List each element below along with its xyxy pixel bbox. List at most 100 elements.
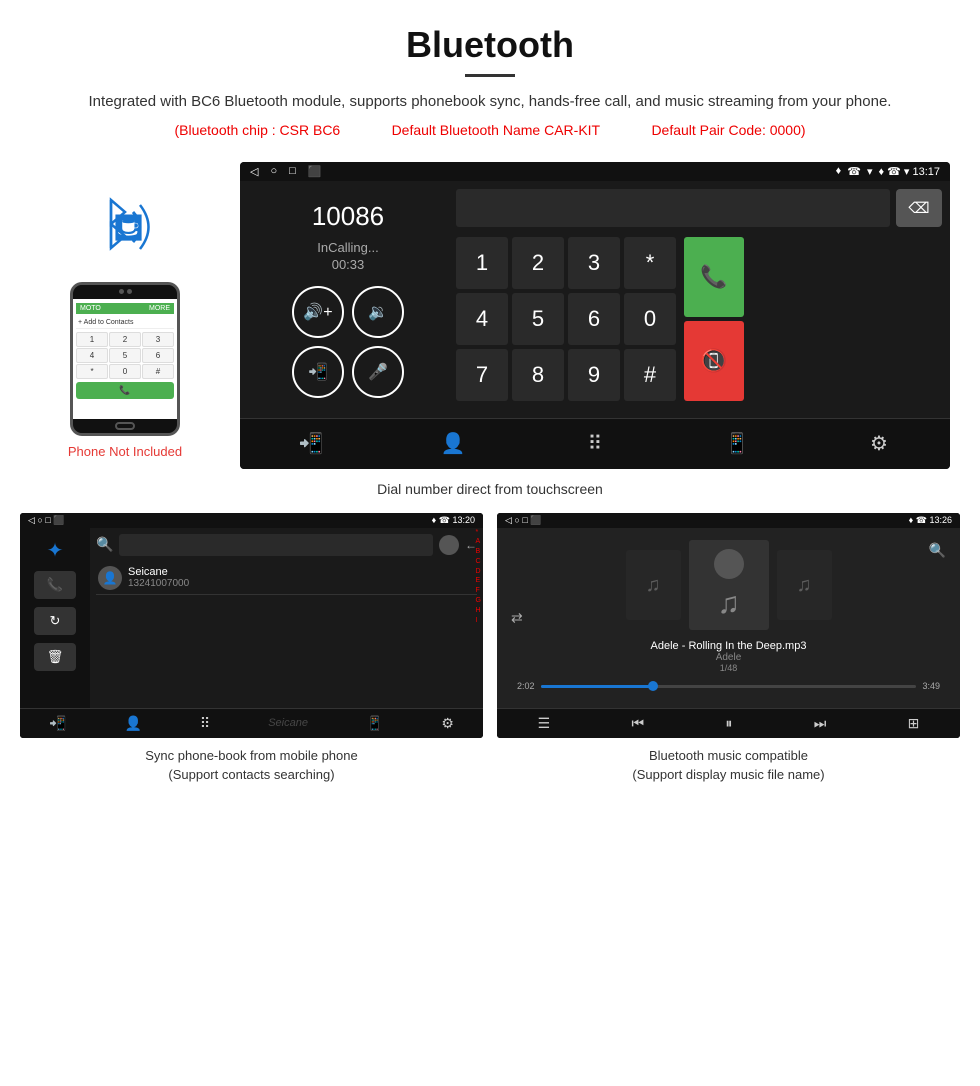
nav-square-icon[interactable]: □	[289, 165, 296, 178]
music-song-title: Adele - Rolling In the Deep.mp3	[651, 640, 807, 652]
phone-key-0[interactable]: 0	[109, 364, 141, 379]
answer-call-button[interactable]: 📞	[684, 237, 744, 317]
alpha-index: * A B C D E F G H I	[476, 528, 481, 626]
alpha-c[interactable]: C	[476, 557, 481, 567]
alpha-i[interactable]: I	[476, 616, 481, 626]
phone-screen: MOTO MORE + Add to Contacts 1 2 3 4 5 6 …	[73, 299, 177, 419]
phone-bottom-bar	[73, 419, 177, 433]
dial-delete-button[interactable]: ⌫	[896, 189, 942, 227]
dial-input-field[interactable]	[456, 189, 890, 227]
music-item: ◁ ○ □ ⬛ ♦ ☎ 13:26 ⇄ 🔍 ♫ ♫ ♫	[497, 513, 960, 785]
key-star[interactable]: *	[624, 237, 676, 289]
phonebook-avatar	[439, 535, 459, 555]
phone-key-star[interactable]: *	[76, 364, 108, 379]
pair-code-spec: Default Pair Code: 0000)	[651, 122, 805, 138]
music-car-screen: ◁ ○ □ ⬛ ♦ ☎ 13:26 ⇄ 🔍 ♫ ♫ ♫	[497, 513, 960, 738]
sidebar-trash-button[interactable]: 🗑	[34, 643, 76, 671]
contact-info: Seicane 13241007000	[128, 566, 189, 589]
key-7[interactable]: 7	[456, 349, 508, 401]
key-5[interactable]: 5	[512, 293, 564, 345]
volume-up-button[interactable]: 🔊+	[292, 286, 344, 338]
sidebar-call-button[interactable]: 📞	[34, 571, 76, 599]
key-4[interactable]: 4	[456, 293, 508, 345]
key-2[interactable]: 2	[512, 237, 564, 289]
music-prev-icon[interactable]: ⏮	[632, 715, 645, 732]
phonebook-car-screen: ◁ ○ □ ⬛ ♦ ☎ 13:20 ✦ 📞 ↻ 🗑 🔍	[20, 513, 483, 738]
music-eq-icon[interactable]: ⊞	[908, 715, 920, 732]
page-header: Bluetooth Integrated with BC6 Bluetooth …	[0, 0, 980, 162]
call-status-icon: ☎	[847, 165, 861, 178]
alpha-g[interactable]: G	[476, 596, 481, 606]
name-spec: Default Bluetooth Name CAR-KIT	[392, 122, 601, 138]
nav-transfer[interactable]: 📱	[717, 429, 757, 459]
music-search-icon[interactable]: 🔍	[929, 542, 946, 559]
key-0[interactable]: 0	[624, 293, 676, 345]
music-time-current: 2:02	[517, 681, 535, 691]
mini-nav-call[interactable]: 📲	[49, 715, 66, 732]
alpha-b[interactable]: B	[476, 547, 481, 557]
alpha-star[interactable]: *	[476, 528, 481, 538]
album-area: ♫ ♫ ♫	[626, 540, 832, 630]
alpha-h[interactable]: H	[476, 606, 481, 616]
key-1[interactable]: 1	[456, 237, 508, 289]
mini-nav-transfer[interactable]: 📱	[366, 715, 383, 732]
end-call-button[interactable]: 📵	[684, 321, 744, 401]
phone-key-1[interactable]: 1	[76, 332, 108, 347]
phone-key-5[interactable]: 5	[109, 348, 141, 363]
phone-key-3[interactable]: 3	[142, 332, 174, 347]
volume-down-button[interactable]: 🔉	[352, 286, 404, 338]
alpha-d[interactable]: D	[476, 567, 481, 577]
seicane-watermark: Seicane	[268, 717, 308, 729]
music-play-pause-icon[interactable]: ⏸	[725, 715, 732, 732]
phone-area: ⛾ MOTO MORE + Add to Contacts	[20, 162, 230, 459]
music-statusbar-right: ♦ ☎ 13:26	[909, 515, 952, 526]
phonebook-main: 🔍 ← 👤 Seicane 13241007000 *	[90, 528, 483, 708]
sidebar-sync-button[interactable]: ↻	[34, 607, 76, 635]
phonebook-caption-line2: (Support contacts searching)	[168, 767, 334, 782]
mini-nav-settings[interactable]: ⚙	[441, 715, 454, 732]
key-3[interactable]: 3	[568, 237, 620, 289]
phone-key-6[interactable]: 6	[142, 348, 174, 363]
nav-back-icon[interactable]: ◁	[250, 165, 258, 178]
key-9[interactable]: 9	[568, 349, 620, 401]
key-6[interactable]: 6	[568, 293, 620, 345]
phonebook-statusbar: ◁ ○ □ ⬛ ♦ ☎ 13:20	[20, 513, 483, 528]
dial-timer: 00:33	[332, 257, 365, 272]
alpha-e[interactable]: E	[476, 576, 481, 586]
phonebook-statusbar-right: ♦ ☎ 13:20	[432, 515, 475, 526]
phonebook-search-input[interactable]	[119, 534, 433, 556]
bluetooth-icon-area: ⛾	[75, 192, 175, 272]
nav-dialpad[interactable]: ⠿	[575, 429, 615, 459]
phone-home-button[interactable]	[115, 422, 135, 430]
key-hash[interactable]: #	[624, 349, 676, 401]
phone-key-2[interactable]: 2	[109, 332, 141, 347]
nav-sim-icon: ⬛	[308, 165, 322, 178]
nav-call-history[interactable]: 📲	[291, 429, 331, 459]
transfer-button[interactable]: 📲	[292, 346, 344, 398]
alpha-a[interactable]: A	[476, 537, 481, 547]
contact-entry[interactable]: 👤 Seicane 13241007000	[96, 562, 477, 595]
shuffle-icon[interactable]: ⇄	[511, 609, 523, 626]
nav-settings[interactable]: ⚙	[859, 429, 899, 459]
phone-call-button[interactable]: 📞	[76, 382, 174, 399]
nav-circle-icon[interactable]: ○	[270, 165, 277, 178]
nav-contacts[interactable]: 👤	[433, 429, 473, 459]
phone-add-contact: + Add to Contacts	[76, 317, 174, 329]
phonebook-search-row: 🔍 ←	[96, 534, 477, 556]
mic-button[interactable]: 🎤	[352, 346, 404, 398]
music-next-icon[interactable]: ⏭	[814, 715, 827, 732]
music-screen: ⇄ 🔍 ♫ ♫ ♫ Adele - Rolling In the Deep	[497, 528, 960, 708]
key-8[interactable]: 8	[512, 349, 564, 401]
music-menu-icon[interactable]: ☰	[538, 715, 551, 732]
alpha-f[interactable]: F	[476, 586, 481, 596]
phone-key-4[interactable]: 4	[76, 348, 108, 363]
mini-nav-contacts[interactable]: 👤	[124, 715, 141, 732]
dial-controls: 🔊+ 🔉 📲 🎤	[292, 286, 404, 398]
music-progress-dot	[648, 681, 658, 691]
dial-screen: 10086 InCalling... 00:33 🔊+ 🔉 📲 🎤 ⌫	[240, 181, 950, 418]
music-progress-bar[interactable]	[541, 685, 917, 688]
album-cover-right: ♫	[777, 550, 832, 620]
music-time-total: 3:49	[922, 681, 940, 691]
mini-nav-dialpad[interactable]: ⠿	[200, 715, 210, 732]
phone-key-hash[interactable]: #	[142, 364, 174, 379]
